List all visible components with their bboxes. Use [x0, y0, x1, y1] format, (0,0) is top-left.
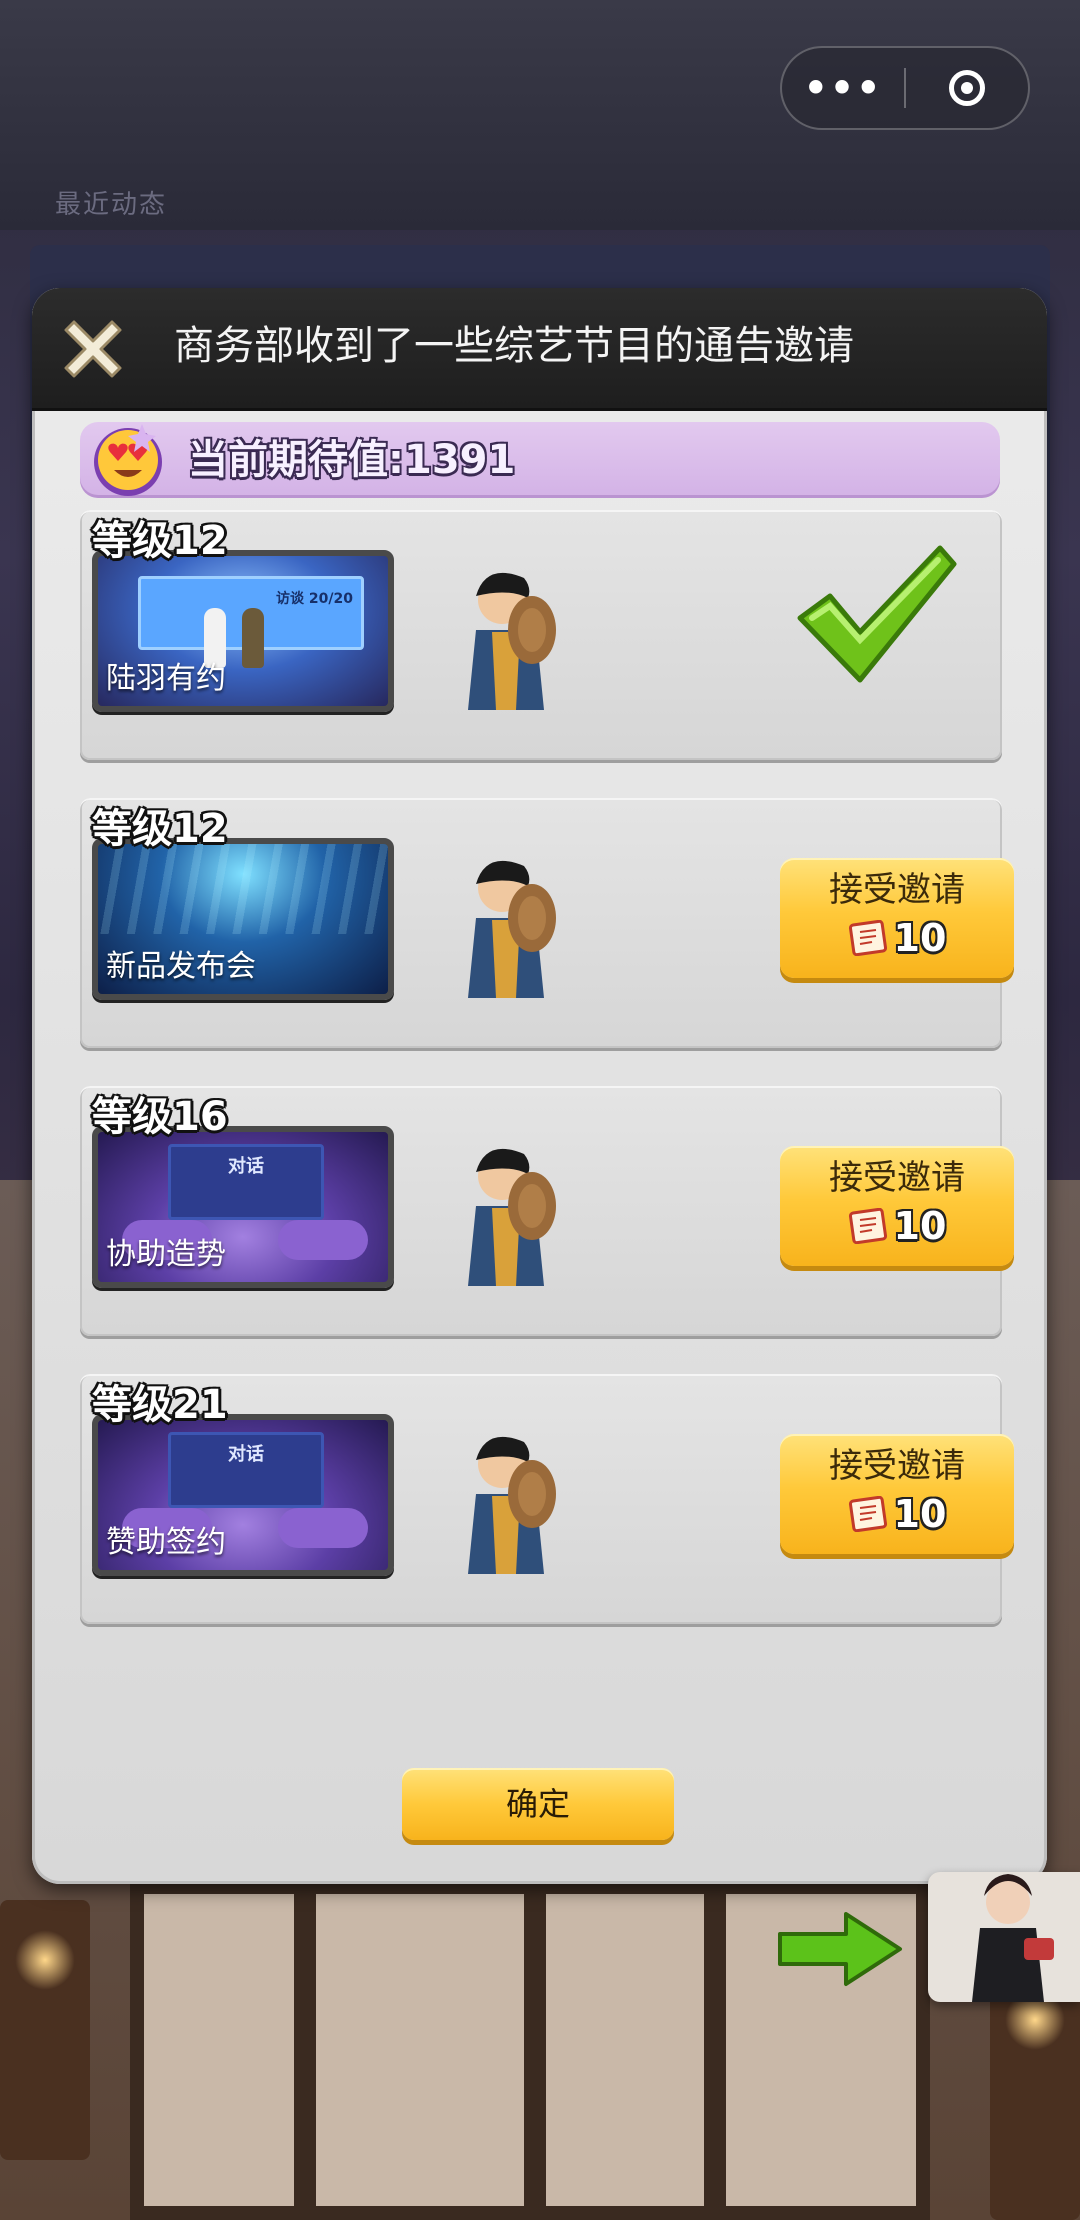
accept-invitation-button[interactable]: 接受邀请 10	[780, 1146, 1014, 1266]
level-label: 等级12	[92, 806, 228, 852]
close-miniprogram-button[interactable]	[906, 70, 1028, 106]
level-label: 等级21	[92, 1382, 228, 1428]
cost-value: 10	[893, 916, 947, 960]
cost-value: 10	[893, 1204, 947, 1248]
manager-avatar-icon	[468, 572, 556, 710]
accept-label: 接受邀请	[829, 870, 965, 910]
level-label: 等级16	[92, 1094, 228, 1140]
thumb-screen: 对话	[168, 1432, 324, 1508]
miniprogram-capsule: •••	[780, 46, 1030, 130]
contract-ticket-icon	[848, 920, 887, 956]
thumb-screen: 对话	[168, 1144, 324, 1220]
character-icon	[972, 1874, 1054, 2002]
contract-ticket-icon	[848, 1496, 887, 1532]
invitation-card: 等级21 对话 赞助签约 接受邀请 10	[80, 1374, 1014, 1624]
heart-eyes-emoji-icon	[94, 424, 162, 496]
accept-label: 接受邀请	[829, 1446, 965, 1486]
event-thumbnail: 对话 协助造势	[92, 1126, 394, 1288]
event-name: 赞助签约	[106, 1525, 226, 1560]
confirm-button[interactable]: 确定	[402, 1768, 674, 1840]
event-name: 新品发布会	[106, 949, 256, 984]
next-arrow-icon[interactable]	[776, 1910, 904, 1988]
close-button[interactable]	[52, 308, 134, 390]
more-menu-button[interactable]: •••	[782, 48, 904, 128]
target-icon	[948, 70, 985, 106]
dialog-header: 商务部收到了一些综艺节目的通告邀请	[32, 288, 1047, 411]
accept-label: 接受邀请	[829, 1158, 965, 1198]
event-thumbnail: 对话 赞助签约	[92, 1414, 394, 1576]
check-icon	[797, 545, 957, 683]
invitation-dialog: 商务部收到了一些综艺节目的通告邀请 当前期待值:1391 等级12 访谈 20/…	[32, 288, 1047, 1884]
character-portrait[interactable]	[928, 1872, 1080, 2002]
background-lamp-left	[0, 1900, 90, 2160]
thumb-sofa	[278, 1220, 368, 1260]
invitation-card: 等级12 新品发布会 接受邀请 10	[80, 798, 1014, 1048]
event-thumbnail: 访谈 20/20 陆羽有约	[92, 550, 394, 712]
event-name: 陆羽有约	[106, 661, 226, 696]
event-thumbnail: 新品发布会	[92, 838, 394, 1000]
thumb-person	[242, 608, 264, 668]
expectation-value: 当前期待值:1391	[188, 437, 516, 483]
level-label: 等级12	[92, 518, 228, 564]
invitation-cost: 10	[780, 1492, 1014, 1536]
event-name: 协助造势	[106, 1237, 226, 1272]
thumb-person	[204, 608, 226, 668]
dialog-title: 商务部收到了一些综艺节目的通告邀请	[174, 323, 854, 369]
cost-value: 10	[893, 1492, 947, 1536]
thumb-sofa	[278, 1508, 368, 1548]
contract-ticket-icon	[848, 1208, 887, 1244]
background-caption: 最近动态	[55, 190, 168, 220]
manager-avatar-icon	[468, 1148, 556, 1286]
accept-invitation-button[interactable]: 接受邀请 10	[780, 858, 1014, 978]
thumb-lights	[98, 844, 388, 934]
invitation-card: 等级12 访谈 20/20 陆羽有约	[80, 510, 1002, 760]
accept-invitation-button[interactable]: 接受邀请 10	[780, 1434, 1014, 1554]
close-icon	[64, 320, 122, 378]
manager-avatar-icon	[468, 1436, 556, 1574]
expectation-bar: 当前期待值:1391	[80, 422, 1000, 498]
manager-avatar-icon	[468, 860, 556, 998]
invitation-cost: 10	[780, 916, 1014, 960]
invitation-cost: 10	[780, 1204, 1014, 1248]
invitation-card: 等级16 对话 协助造势 接受邀请 10	[80, 1086, 1014, 1336]
